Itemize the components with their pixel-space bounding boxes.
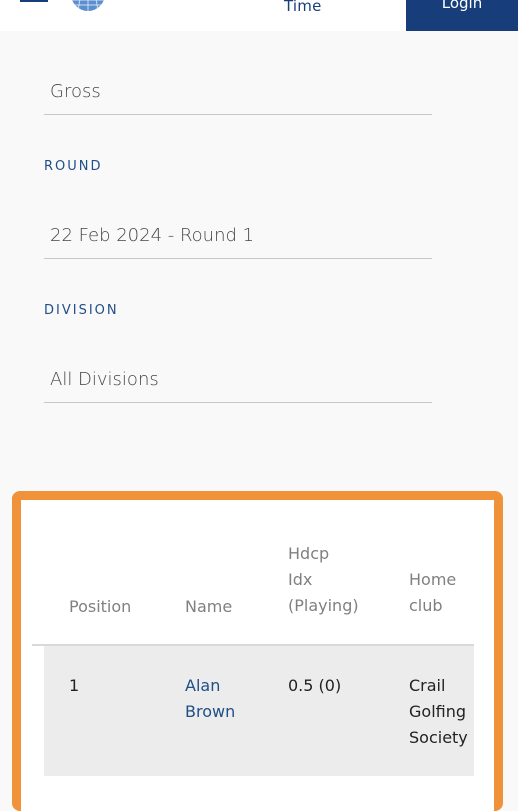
- player-name-line1: Alan: [185, 676, 221, 695]
- top-bar: Time Login: [0, 0, 518, 31]
- player-name-link[interactable]: Alan Brown: [185, 673, 235, 725]
- division-label: DIVISION: [44, 303, 119, 318]
- division-select[interactable]: All Divisions: [44, 359, 432, 403]
- login-button[interactable]: Login: [406, 0, 518, 31]
- column-header-home-club-line1: Home: [409, 570, 457, 589]
- row-home-club-line1: Crail: [409, 676, 446, 695]
- column-header-handicap-line2: Idx: [288, 570, 313, 589]
- row-home-club-line3: Society: [409, 728, 468, 747]
- row-position: 1: [69, 676, 80, 695]
- row-home-club: Crail Golfing Society: [409, 673, 468, 751]
- round-label: ROUND: [44, 159, 103, 174]
- round-select[interactable]: 22 Feb 2024 - Round 1: [44, 215, 432, 259]
- column-header-name[interactable]: Name: [185, 594, 232, 620]
- nav-link-tee-time[interactable]: Time: [284, 0, 322, 15]
- column-header-position[interactable]: Position: [69, 594, 131, 620]
- column-header-handicap[interactable]: Hdcp Idx (Playing): [288, 541, 359, 619]
- column-header-home-club[interactable]: Home club: [409, 567, 456, 619]
- login-button-label: Login: [441, 0, 483, 12]
- division-value: All Divisions: [50, 369, 159, 390]
- score-type-value: Gross: [50, 81, 101, 102]
- column-header-handicap-line1: Hdcp: [288, 544, 330, 563]
- player-name-line2: Brown: [185, 702, 236, 721]
- hamburger-menu-icon[interactable]: [20, 0, 48, 6]
- row-home-club-line2: Golfing: [409, 702, 467, 721]
- site-logo[interactable]: [68, 0, 108, 12]
- row-handicap: 0.5 (0): [288, 676, 342, 695]
- round-value: 22 Feb 2024 - Round 1: [50, 225, 255, 246]
- column-header-handicap-line3: (Playing): [288, 596, 359, 615]
- column-header-home-club-line2: club: [409, 596, 443, 615]
- score-type-select[interactable]: Gross: [44, 71, 432, 115]
